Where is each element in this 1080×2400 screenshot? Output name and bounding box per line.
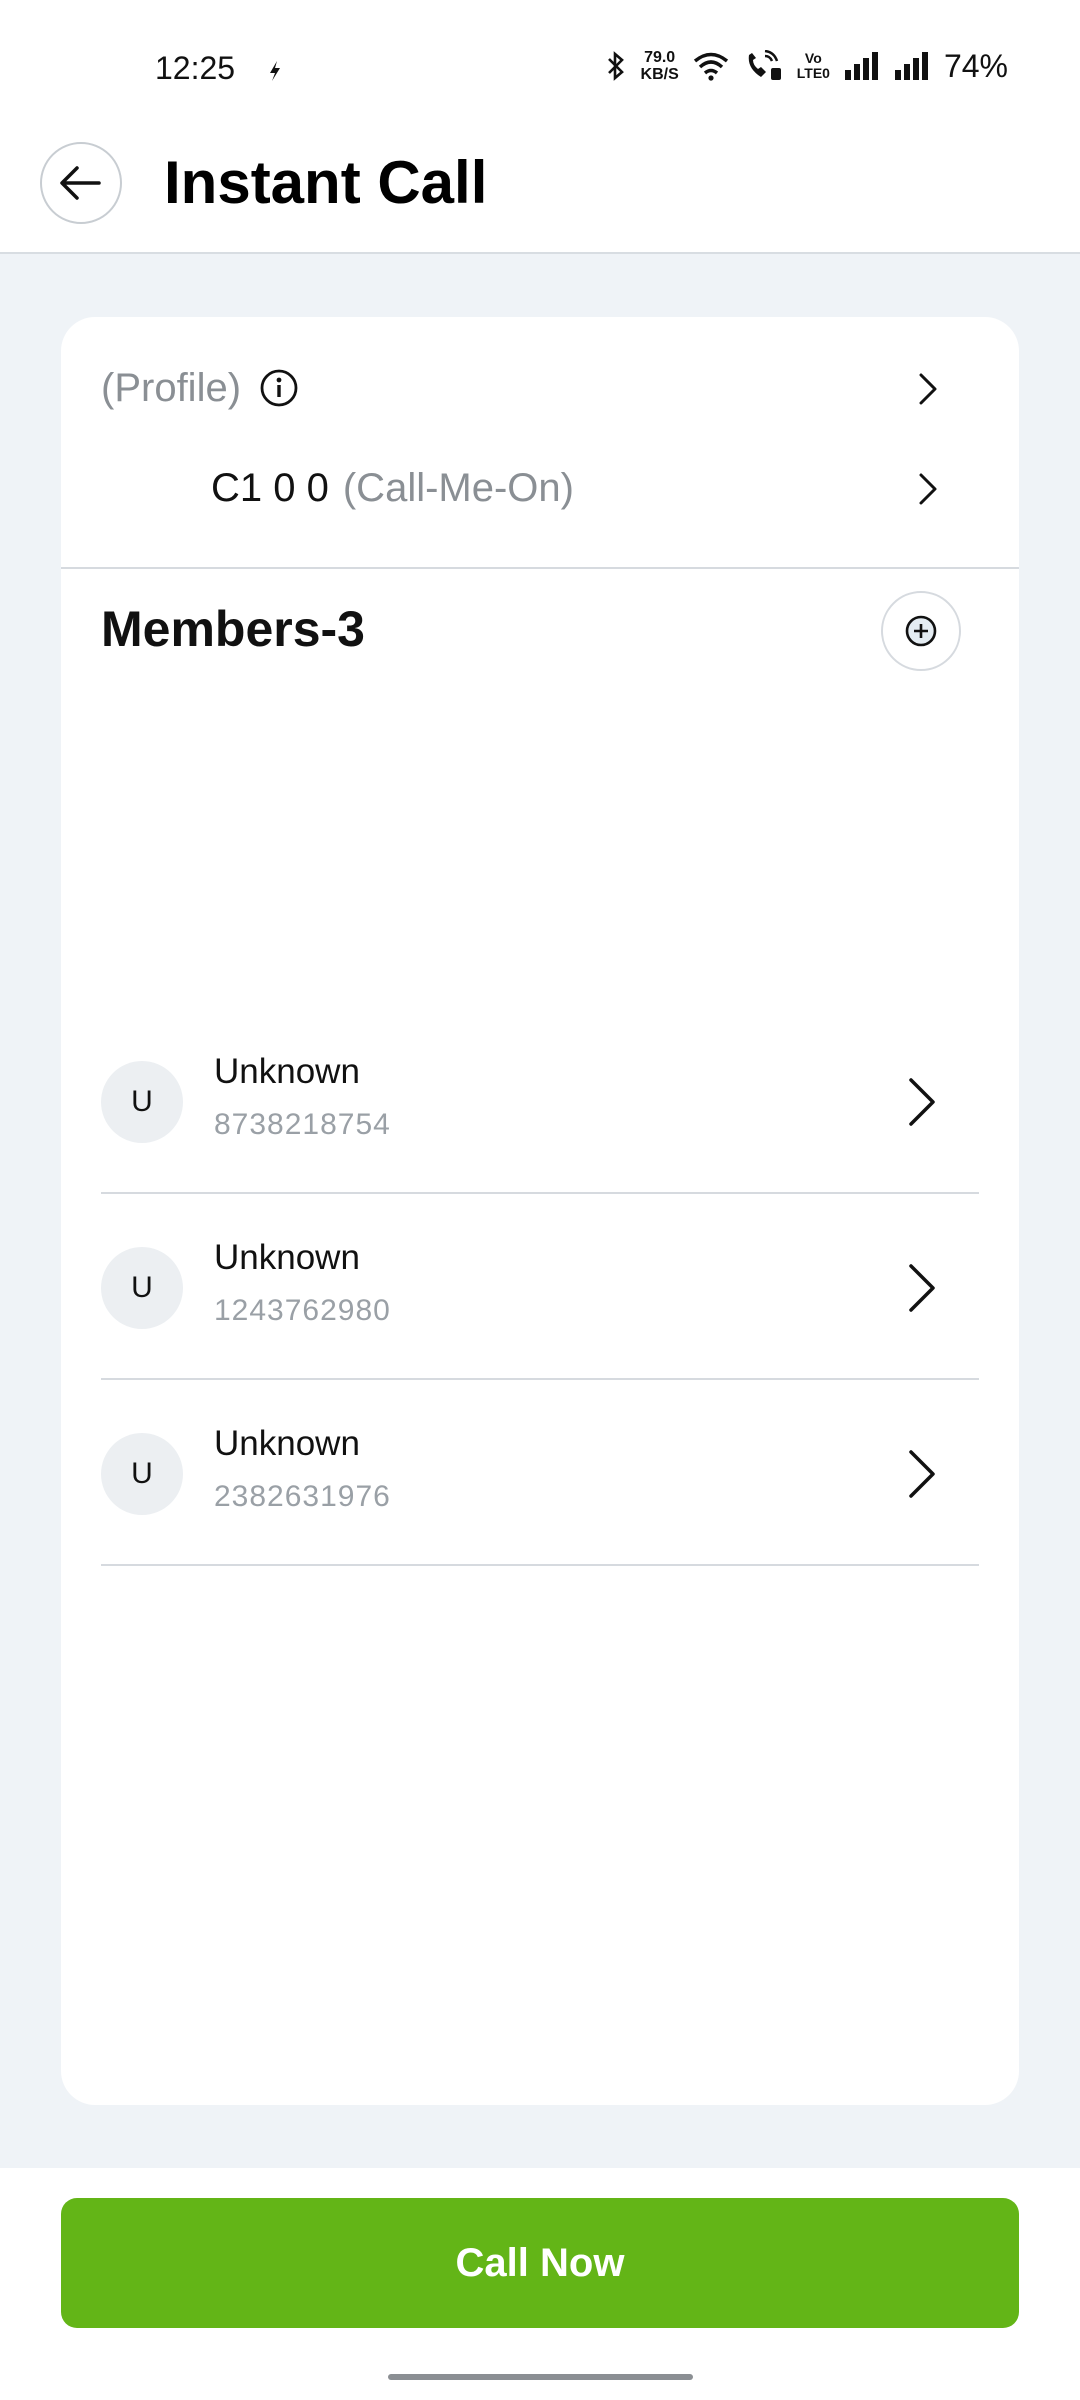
app-header: Instant Call — [0, 130, 1080, 254]
member-name: Unknown — [214, 1238, 360, 1277]
status-icons: 79.0 KB/S Vo LTE0 74% — [605, 46, 1008, 86]
member-row[interactable]: U Unknown 8738218754 — [101, 1008, 979, 1194]
member-name: Unknown — [214, 1052, 360, 1091]
member-number: 8738218754 — [214, 1108, 391, 1141]
avatar: U — [101, 1247, 183, 1329]
member-name: Unknown — [214, 1424, 360, 1463]
chevron-right-icon[interactable] — [905, 1074, 939, 1130]
avatar: U — [101, 1433, 183, 1515]
chevron-right-icon[interactable] — [905, 1260, 939, 1316]
member-row[interactable]: U Unknown 1243762980 — [101, 1194, 979, 1380]
back-button[interactable] — [40, 142, 122, 224]
status-time: 12:25 — [155, 50, 236, 86]
member-row[interactable]: U Unknown 2382631976 — [101, 1380, 979, 1566]
bottom-bar: Call Now — [0, 2168, 1080, 2400]
add-circle-icon — [905, 615, 937, 647]
home-indicator[interactable] — [388, 2374, 693, 2380]
page-title: Instant Call — [164, 149, 488, 216]
volte-indicator: Vo LTE0 — [796, 50, 830, 81]
profile-label: (Profile) — [101, 365, 242, 410]
members-title: Members-3 — [101, 601, 365, 657]
avatar: U — [101, 1061, 183, 1143]
signal-icon — [894, 52, 928, 80]
battery-percentage: 74% — [943, 47, 1008, 84]
bluetooth-icon — [607, 51, 624, 81]
call-me-on-row[interactable]: C1 0 0 (Call-Me-On) — [101, 453, 979, 523]
call-me-on-label: (Call-Me-On) — [342, 465, 574, 510]
net-speed: 79.0 KB/S — [640, 49, 679, 83]
status-bar: 12:25 79.0 KB/S Vo LTE0 74% — [0, 0, 1080, 130]
signal-icon — [844, 52, 878, 80]
wifi-icon — [693, 52, 728, 81]
info-icon[interactable] — [259, 368, 299, 408]
add-member-button[interactable] — [881, 591, 961, 671]
chevron-right-icon — [919, 373, 937, 405]
chevron-right-icon — [919, 473, 937, 505]
call-me-on-number: C1 0 0 — [211, 465, 329, 510]
bolt-icon — [270, 61, 280, 81]
member-number: 1243762980 — [214, 1294, 391, 1327]
profile-row[interactable]: (Profile) — [101, 353, 979, 423]
instant-call-card: (Profile) C1 0 0 (Call-Me-On) Members-3 … — [61, 317, 1019, 2105]
wifi-call-icon — [748, 50, 781, 80]
back-arrow-icon — [60, 166, 101, 200]
divider — [61, 567, 1019, 569]
call-now-button[interactable]: Call Now — [61, 2198, 1019, 2328]
member-number: 2382631976 — [214, 1480, 391, 1513]
chevron-right-icon[interactable] — [905, 1446, 939, 1502]
